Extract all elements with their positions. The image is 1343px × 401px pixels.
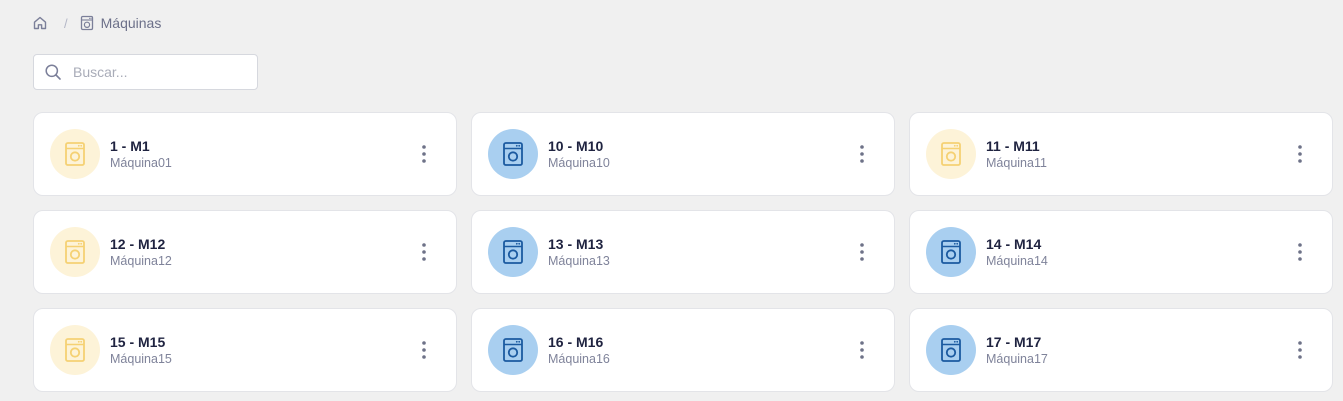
machine-avatar [926, 129, 976, 179]
machine-card[interactable]: 17 - M17 Máquina17 [909, 308, 1333, 392]
machine-card[interactable]: 14 - M14 Máquina14 [909, 210, 1333, 294]
machine-title: 1 - M1 [110, 137, 150, 154]
washing-machine-icon [503, 240, 523, 264]
home-icon[interactable] [32, 15, 48, 31]
breadcrumb-separator: / [64, 15, 68, 31]
machine-subtitle: Máquina14 [986, 253, 1048, 268]
machine-avatar [50, 325, 100, 375]
machine-text: 15 - M15 Máquina15 [110, 334, 172, 367]
more-options-icon[interactable] [416, 142, 432, 166]
search-box [33, 54, 258, 90]
machine-avatar [488, 227, 538, 277]
more-options-icon[interactable] [854, 338, 870, 362]
machine-card[interactable]: 13 - M13 Máquina13 [471, 210, 895, 294]
search-input[interactable] [71, 63, 245, 81]
washing-machine-icon [941, 240, 961, 264]
more-options-icon[interactable] [854, 240, 870, 264]
more-options-icon[interactable] [854, 142, 870, 166]
machine-card[interactable]: 12 - M12 Máquina12 [33, 210, 457, 294]
breadcrumb-current: Máquinas [100, 15, 162, 31]
machine-text: 1 - M1 Máquina01 [110, 138, 172, 171]
machine-avatar [488, 325, 538, 375]
washing-machine-icon [941, 338, 961, 362]
machine-subtitle: Máquina17 [986, 351, 1048, 366]
machine-title: 15 - M15 [110, 333, 166, 350]
machine-title: 16 - M16 [548, 333, 604, 350]
more-options-icon[interactable] [1292, 142, 1308, 166]
machine-text: 11 - M11 Máquina11 [986, 138, 1047, 171]
machine-subtitle: Máquina15 [110, 351, 172, 366]
machine-card[interactable]: 16 - M16 Máquina16 [471, 308, 895, 392]
machine-title: 13 - M13 [548, 235, 604, 252]
machine-avatar [50, 129, 100, 179]
more-options-icon[interactable] [1292, 240, 1308, 264]
machine-subtitle: Máquina16 [548, 351, 610, 366]
search-icon [44, 63, 62, 81]
machine-card[interactable]: 1 - M1 Máquina01 [33, 112, 457, 196]
more-options-icon[interactable] [1292, 338, 1308, 362]
more-options-icon[interactable] [416, 240, 432, 264]
machine-text: 17 - M17 Máquina17 [986, 334, 1048, 367]
machine-avatar [50, 227, 100, 277]
machine-avatar [488, 129, 538, 179]
machine-title: 11 - M11 [986, 137, 1040, 154]
machine-card[interactable]: 11 - M11 Máquina11 [909, 112, 1333, 196]
washing-machine-icon [65, 142, 85, 166]
machine-subtitle: Máquina01 [110, 155, 172, 170]
machine-card[interactable]: 10 - M10 Máquina10 [471, 112, 895, 196]
machine-avatar [926, 227, 976, 277]
machine-text: 16 - M16 Máquina16 [548, 334, 610, 367]
machine-title: 17 - M17 [986, 333, 1042, 350]
machine-text: 10 - M10 Máquina10 [548, 138, 610, 171]
washing-machine-icon [503, 338, 523, 362]
machine-avatar [926, 325, 976, 375]
washing-machine-icon [941, 142, 961, 166]
washing-machine-icon [503, 142, 523, 166]
machine-subtitle: Máquina10 [548, 155, 610, 170]
washing-machine-icon [65, 338, 85, 362]
washing-machine-icon [80, 15, 94, 31]
machine-text: 14 - M14 Máquina14 [986, 236, 1048, 269]
machine-subtitle: Máquina12 [110, 253, 172, 268]
more-options-icon[interactable] [416, 338, 432, 362]
breadcrumb: / Máquinas [32, 13, 161, 33]
machine-title: 14 - M14 [986, 235, 1042, 252]
machine-title: 10 - M10 [548, 137, 604, 154]
machine-subtitle: Máquina11 [986, 155, 1047, 170]
machine-title: 12 - M12 [110, 235, 166, 252]
machine-text: 12 - M12 Máquina12 [110, 236, 172, 269]
machine-card[interactable]: 15 - M15 Máquina15 [33, 308, 457, 392]
washing-machine-icon [65, 240, 85, 264]
machine-subtitle: Máquina13 [548, 253, 610, 268]
machines-grid: 1 - M1 Máquina01 10 - M10 Máquina10 11 -… [33, 112, 1333, 392]
machine-text: 13 - M13 Máquina13 [548, 236, 610, 269]
